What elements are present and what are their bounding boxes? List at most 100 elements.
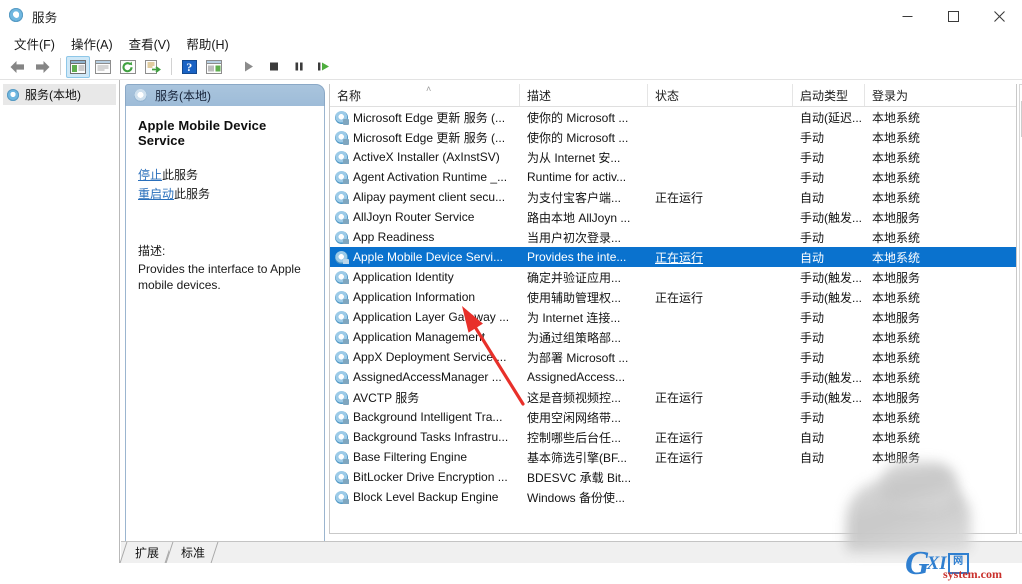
cell-name-text: Application Management	[353, 330, 486, 344]
minimize-button[interactable]	[884, 0, 930, 32]
maximize-button[interactable]	[930, 0, 976, 32]
cell-name: AppX Deployment Service ...	[330, 350, 520, 364]
restart-icon[interactable]	[312, 56, 336, 78]
table-row[interactable]: AVCTP 服务 这是音频视频控... 正在运行 手动(触发... 本地服务	[330, 387, 1016, 407]
cell-description: BDESVC 承载 Bit...	[527, 470, 632, 485]
tab-standard-label: 标准	[181, 546, 206, 560]
cell-name: App Readiness	[330, 230, 520, 244]
menu-action[interactable]: 操作(A)	[65, 32, 123, 55]
table-row[interactable]: Application Identity 确定并验证应用... 手动(触发... 本地…	[330, 267, 1016, 287]
svg-text:?: ?	[186, 60, 192, 74]
selected-service-title: Apple Mobile Device Service	[138, 118, 267, 148]
service-gear-icon	[335, 130, 349, 145]
show-action-pane-icon[interactable]	[202, 56, 226, 78]
cell-name: Microsoft Edge 更新 服务 (...	[330, 129, 520, 146]
tab-standard[interactable]: 标准	[165, 542, 219, 563]
restart-service-link[interactable]: 重启动此服务	[138, 185, 314, 204]
cell-name: Apple Mobile Device Servi...	[330, 250, 520, 264]
cell-logon: 本地系统	[872, 410, 921, 425]
table-row[interactable]: AppX Deployment Service ... 为部署 Microsoft…	[330, 347, 1016, 367]
list-column-header-0[interactable]: 名称 ˄	[330, 84, 520, 106]
cell-name: AssignedAccessManager ...	[330, 370, 520, 384]
cell-logon: 本地系统	[872, 110, 921, 125]
forward-arrow-icon[interactable]	[30, 56, 54, 78]
service-gear-icon	[335, 150, 349, 164]
play-icon[interactable]	[237, 56, 261, 78]
cell-description: 使你的 Microsoft ...	[527, 130, 629, 145]
service-gear-icon	[335, 470, 349, 484]
tree-item-label: 服务(本地)	[25, 88, 81, 102]
cell-logon: 本地系统	[872, 370, 921, 385]
menu-help[interactable]: 帮助(H)	[180, 32, 238, 55]
cell-name-text: AllJoyn Router Service	[353, 210, 475, 224]
service-gear-icon	[335, 430, 349, 444]
table-row[interactable]: Apple Mobile Device Servi... Provides the…	[330, 247, 1016, 267]
menu-view[interactable]: 查看(V)	[123, 32, 181, 55]
list-column-header-label: 描述	[527, 88, 552, 103]
stop-service-link-suffix: 此服务	[162, 168, 199, 182]
cell-name-text: Background Intelligent Tra...	[353, 410, 503, 424]
cell-description: 为支付宝客户端...	[527, 190, 622, 205]
cell-status: 正在运行	[655, 430, 704, 445]
table-row[interactable]: App Readiness 当用户初次登录... 手动 本地系统	[330, 227, 1016, 247]
service-gear-icon	[335, 410, 349, 424]
cell-startup: 手动	[800, 230, 825, 245]
services-node-icon	[134, 89, 147, 102]
table-row[interactable]: Background Intelligent Tra... 使用空闲网络带... 手…	[330, 407, 1016, 427]
cell-logon: 本地服务	[872, 270, 921, 285]
table-row[interactable]: Agent Activation Runtime _... Runtime for…	[330, 167, 1016, 187]
cell-logon: 本地服务	[872, 210, 921, 225]
service-gear-icon	[335, 250, 349, 264]
description-text: Provides the interface to Apple mobile d…	[138, 262, 301, 292]
cell-name: BitLocker Drive Encryption ...	[330, 470, 520, 484]
service-gear-icon	[335, 190, 349, 204]
table-row[interactable]: Application Management 为通过组策略部... 手动 本地系统	[330, 327, 1016, 347]
cell-description: 使用辅助管理权...	[527, 290, 622, 305]
stop-service-link[interactable]: 停止此服务	[138, 166, 314, 185]
toolbar-separator-2	[171, 58, 172, 75]
properties-icon[interactable]	[91, 56, 115, 78]
table-row[interactable]: AssignedAccessManager ... AssignedAccess.…	[330, 367, 1016, 387]
menu-file[interactable]: 文件(F)	[8, 32, 65, 55]
table-row[interactable]: Microsoft Edge 更新 服务 (... 使你的 Microsoft .…	[330, 127, 1016, 147]
service-gear-icon	[335, 450, 349, 464]
cell-name-text: ActiveX Installer (AxInstSV)	[353, 150, 500, 164]
stop-service-link-text[interactable]: 停止	[138, 168, 162, 182]
list-column-header-3[interactable]: 启动类型	[793, 84, 865, 106]
table-row[interactable]: Application Layer Gateway ... 为 Internet …	[330, 307, 1016, 327]
table-row[interactable]: Background Tasks Infrastru... 控制哪些后台任... 正…	[330, 427, 1016, 447]
cell-name-text: Apple Mobile Device Servi...	[353, 250, 504, 264]
tab-extended[interactable]: 扩展	[119, 542, 173, 563]
list-column-header-4[interactable]: 登录为	[865, 84, 1016, 106]
close-button[interactable]	[976, 0, 1022, 32]
tree-item-services-local[interactable]: 服务(本地)	[3, 84, 116, 105]
cell-startup: 手动	[800, 350, 825, 365]
table-row[interactable]: ActiveX Installer (AxInstSV) 为从 Internet …	[330, 147, 1016, 167]
table-row[interactable]: Microsoft Edge 更新 服务 (... 使你的 Microsoft .…	[330, 107, 1016, 127]
cell-description: 这是音频视频控...	[527, 390, 622, 405]
services-node-icon	[7, 88, 19, 101]
cell-startup: 自动	[800, 250, 825, 265]
pause-icon[interactable]	[287, 56, 311, 78]
export-list-icon[interactable]	[141, 56, 165, 78]
show-hide-tree-icon[interactable]	[66, 55, 90, 78]
result-pane-header-label: 服务(本地)	[155, 89, 211, 103]
stop-icon[interactable]	[262, 56, 286, 78]
list-column-header-2[interactable]: 状态	[648, 84, 793, 106]
cell-name-text: Microsoft Edge 更新 服务 (...	[353, 110, 506, 125]
list-column-header-1[interactable]: 描述	[520, 84, 648, 106]
cell-description: 路由本地 AllJoyn ...	[527, 210, 631, 225]
cell-startup: 手动	[800, 150, 825, 165]
cell-logon: 本地系统	[872, 350, 921, 365]
refresh-icon[interactable]	[116, 56, 140, 78]
help-icon[interactable]: ?	[177, 56, 201, 78]
restart-service-link-text[interactable]: 重启动	[138, 187, 174, 201]
cell-description: 为部署 Microsoft ...	[527, 350, 629, 365]
cell-name-text: Base Filtering Engine	[353, 450, 468, 464]
cell-logon: 本地系统	[872, 430, 921, 445]
watermark-sub: system.com	[943, 567, 1002, 581]
table-row[interactable]: AllJoyn Router Service 路由本地 AllJoyn ... 手动…	[330, 207, 1016, 227]
back-arrow-icon[interactable]	[5, 56, 29, 78]
table-row[interactable]: Alipay payment client secu... 为支付宝客户端... 正…	[330, 187, 1016, 207]
table-row[interactable]: Application Information 使用辅助管理权... 正在运行 手动(…	[330, 287, 1016, 307]
